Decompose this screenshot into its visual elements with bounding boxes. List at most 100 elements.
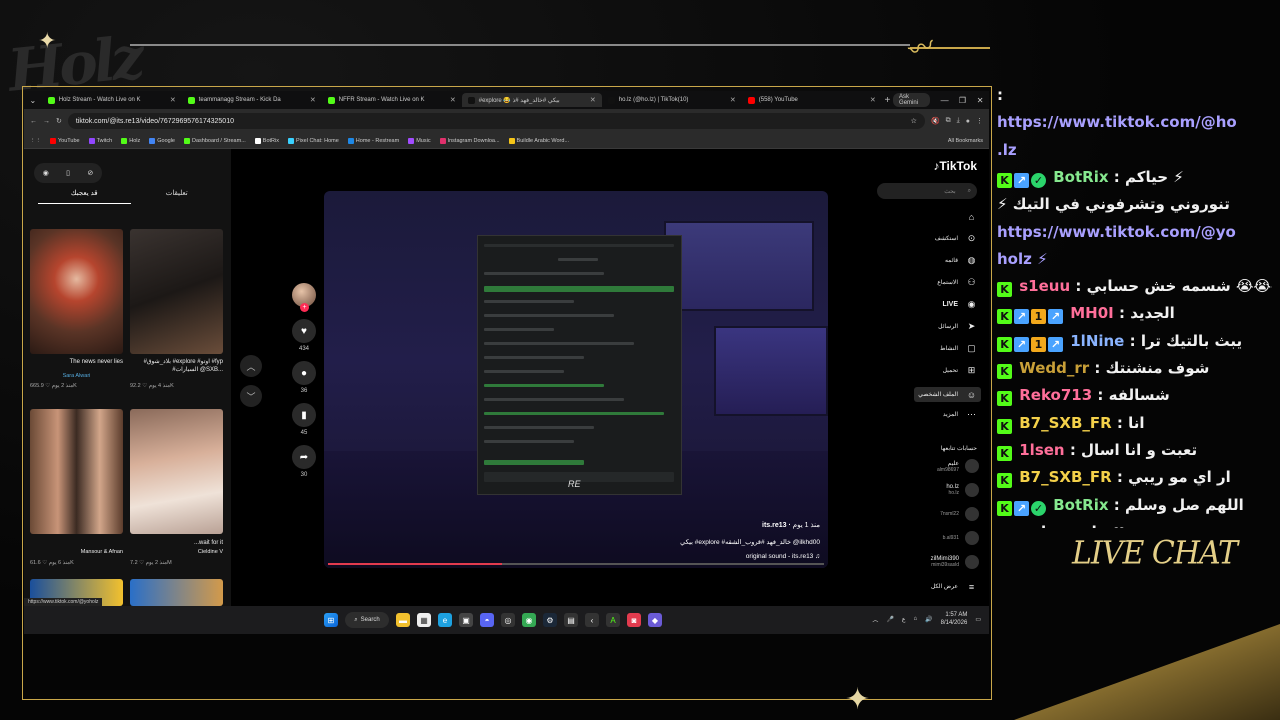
- clock[interactable]: 1:57 AM 8/14/2026: [941, 611, 968, 627]
- profile-icon[interactable]: ●: [966, 118, 970, 125]
- video-thumbnail[interactable]: [130, 579, 223, 606]
- mic-icon[interactable]: 🎤: [886, 616, 893, 623]
- bookmark-icon[interactable]: ▮: [292, 403, 316, 427]
- browser-tab[interactable]: ho.lz (@ho.lz) | TikTok(10) ✕: [602, 93, 742, 107]
- nav-item[interactable]: تحميل ⊞: [943, 365, 977, 376]
- minimize-icon[interactable]: —: [936, 96, 954, 105]
- kick-icon[interactable]: A: [606, 613, 620, 627]
- all-bookmarks[interactable]: All Bookmarks: [948, 138, 983, 144]
- close-tab-icon[interactable]: ✕: [590, 96, 596, 104]
- bookmark-item[interactable]: Dashboard / Stream...: [183, 137, 246, 144]
- app-icon[interactable]: ▤: [564, 613, 578, 627]
- bookmark-item[interactable]: Holz: [121, 137, 140, 144]
- nav-item[interactable]: الرسائل ➤: [938, 321, 977, 332]
- bookmark-item[interactable]: Music: [408, 137, 431, 144]
- nav-item[interactable]: الملف الشخصي ☺: [914, 387, 981, 402]
- chat-username[interactable]: 1lsen: [1019, 441, 1064, 459]
- app-icon[interactable]: ◆: [648, 613, 662, 627]
- back-icon[interactable]: ←: [30, 118, 37, 125]
- show-more-following[interactable]: عرض الكل ≡: [931, 581, 977, 592]
- discord-icon[interactable]: ◓: [480, 613, 494, 627]
- follow-plus-icon[interactable]: +: [300, 303, 309, 312]
- close-tab-icon[interactable]: ✕: [870, 96, 876, 104]
- comment-icon[interactable]: ●: [292, 361, 316, 385]
- search-input[interactable]: بحث ⌕: [877, 183, 977, 199]
- chrome-icon[interactable]: ◉: [522, 613, 536, 627]
- browser-tab[interactable]: #explore 😂 بيكي #خالد_فهد #ذ ✕: [461, 93, 602, 107]
- app-icon[interactable]: ‹: [585, 613, 599, 627]
- previous-video-button[interactable]: ︿: [240, 355, 262, 377]
- close-tab-icon[interactable]: ✕: [170, 96, 176, 104]
- download-icon[interactable]: ⤓: [957, 117, 960, 125]
- nav-item[interactable]: الاستماع ⚇: [937, 277, 977, 288]
- bookmark-item[interactable]: Twitch: [88, 137, 112, 144]
- following-account[interactable]: 7nsml22: [940, 507, 979, 521]
- bookmark-item[interactable]: Instagram Downloa...: [439, 137, 500, 144]
- video-thumbnail[interactable]: [30, 409, 123, 534]
- obs-icon[interactable]: ◎: [501, 613, 515, 627]
- chat-username[interactable]: MH0I: [1070, 304, 1114, 322]
- language-indicator[interactable]: ع: [902, 616, 906, 623]
- bookmark-item[interactable]: Buildle Arabic Word...: [508, 137, 569, 144]
- chat-username[interactable]: B7_SXB_FR: [1019, 414, 1111, 432]
- store-icon[interactable]: ▦: [417, 613, 431, 627]
- like-icon[interactable]: ♥: [292, 319, 316, 343]
- chat-username[interactable]: s1euu: [1019, 277, 1070, 295]
- thumb-user[interactable]: Cieldine V: [130, 549, 223, 555]
- reload-icon[interactable]: ↻: [56, 117, 62, 125]
- steam-icon[interactable]: ⚙: [543, 613, 557, 627]
- apps-icon[interactable]: ⋮⋮: [30, 138, 41, 144]
- browser-tab[interactable]: (558) YouTube ✕: [742, 93, 882, 107]
- creator-avatar[interactable]: +: [292, 283, 316, 312]
- thumb-user[interactable]: Mansour & Afnan: [30, 549, 123, 555]
- chat-username[interactable]: Reko713: [1019, 386, 1092, 404]
- tab-list-icon[interactable]: ⌄: [24, 96, 42, 105]
- chat-username[interactable]: Wedd_rr: [1019, 359, 1089, 377]
- close-tab-icon[interactable]: ✕: [730, 96, 736, 104]
- bookmark-item[interactable]: Home - Restream: [347, 137, 399, 144]
- bookmark-item[interactable]: YouTube: [50, 137, 80, 144]
- sound-label[interactable]: original sound - its.re13: [746, 553, 814, 560]
- tab-comments[interactable]: تعليقات: [131, 189, 224, 204]
- video-player[interactable]: RE its.re13 · منذ 1 يوم بيكي #explore #خ…: [324, 191, 828, 568]
- following-account[interactable]: ho.lz ho.lz: [946, 483, 979, 497]
- chat-username[interactable]: BotRix: [1053, 496, 1108, 514]
- following-account[interactable]: b.al931: [943, 531, 979, 545]
- tab-you-may-like[interactable]: قد يعجبك: [38, 189, 131, 204]
- chat-username[interactable]: BotRix: [1053, 168, 1108, 186]
- chat-username[interactable]: 1lNine: [1070, 332, 1124, 350]
- new-tab-button[interactable]: +: [882, 95, 893, 106]
- close-tab-icon[interactable]: ✕: [310, 96, 316, 104]
- volume-icon[interactable]: 🔊: [925, 616, 932, 623]
- browser-tab[interactable]: NFFR Stream - Watch Live on K ✕: [322, 93, 462, 107]
- edge-icon[interactable]: e: [438, 613, 452, 627]
- nav-item[interactable]: LIVE ◉: [942, 299, 977, 310]
- author-name[interactable]: its.re13: [762, 522, 787, 529]
- mute-icon[interactable]: 🔇: [931, 117, 940, 125]
- app-icon[interactable]: ▣: [459, 613, 473, 627]
- windows-start-icon[interactable]: ⊞: [324, 613, 338, 627]
- chat-username[interactable]: B7_SXB_FR: [1019, 468, 1111, 486]
- search-icon[interactable]: ⌕: [968, 188, 971, 195]
- video-thumbnail[interactable]: [130, 409, 223, 534]
- avatar-icon[interactable]: ◉: [43, 169, 49, 177]
- bookmark-item[interactable]: BotRix: [254, 137, 279, 144]
- bookmark-item[interactable]: Pixel Chat: Home: [288, 137, 339, 144]
- block-icon[interactable]: ⊘: [87, 169, 93, 177]
- phone-icon[interactable]: ▯: [66, 169, 70, 177]
- menu-icon[interactable]: ⋮: [976, 117, 983, 125]
- nav-item[interactable]: النشاط ▢: [940, 343, 977, 354]
- video-thumbnail[interactable]: [130, 229, 223, 354]
- tray-chevron-icon[interactable]: ︿: [872, 615, 878, 624]
- browser-tab[interactable]: Holz Stream - Watch Live on K ✕: [42, 93, 182, 107]
- ask-gemini-button[interactable]: Ask Gemini: [893, 93, 930, 107]
- star-bookmark-icon[interactable]: ☆: [911, 117, 917, 125]
- next-video-button[interactable]: ﹀: [240, 385, 262, 407]
- network-icon[interactable]: ⌂: [914, 616, 918, 622]
- taskbar-search[interactable]: ⌕ Search: [345, 612, 389, 628]
- video-progress[interactable]: [328, 563, 824, 565]
- nav-item[interactable]: المزيد ⋯: [943, 409, 977, 420]
- video-thumbnail[interactable]: [30, 229, 123, 354]
- nav-item[interactable]: قائمه ◍: [945, 255, 977, 266]
- extensions-icon[interactable]: ⧉: [946, 117, 951, 125]
